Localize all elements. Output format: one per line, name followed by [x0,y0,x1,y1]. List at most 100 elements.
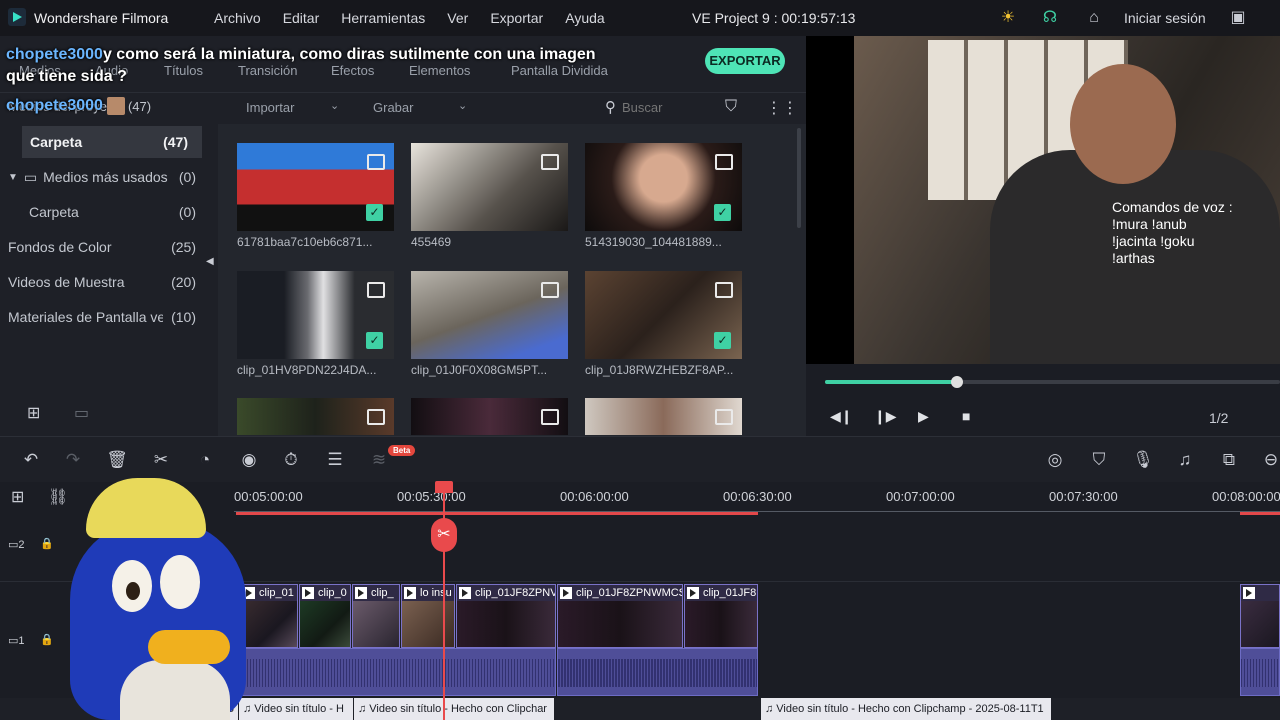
music-note-icon: ♫ [765,703,774,715]
save-icon[interactable]: ▣ [1228,8,1248,28]
audio-track-clip[interactable]: ♫ Video sin título - Hecho con Clipchamp … [761,698,1051,720]
image-icon [715,154,733,170]
menu-ayuda[interactable]: Ayuda [554,10,615,26]
prev-frame-icon[interactable]: ◀❙ [830,408,853,425]
timeline-clip[interactable]: lo insu [401,584,455,648]
video-icon [367,154,385,170]
video-letterbox [806,36,854,364]
import-dropdown[interactable]: Importar [246,100,294,115]
redo-icon[interactable]: ↷ [62,450,84,470]
grid-icon[interactable]: ⋮⋮ [766,98,798,118]
menu-exportar[interactable]: Exportar [479,10,554,26]
voiceover-icon[interactable]: ♫ [1174,450,1196,470]
gift-icon[interactable]: ⌂ [1084,8,1104,28]
timeline-clip[interactable]: clip_01 [240,584,298,648]
undo-icon[interactable]: ↶ [20,450,42,470]
add-track-icon[interactable]: ⊞ [11,487,24,507]
link-icon[interactable]: ⛓ [48,487,68,507]
menu-herramientas[interactable]: Herramientas [330,10,436,26]
color-icon[interactable]: ◉ [238,450,260,470]
track-2-icon: ▭2 [8,539,25,551]
login-link[interactable]: Iniciar sesión [1124,10,1206,26]
penguin-pupil [126,582,140,600]
audio-track-clip[interactable]: ♫ Video sin título - Hecho con Clipchar [354,698,554,720]
menu-editar[interactable]: Editar [272,10,331,26]
video-icon [367,409,385,425]
beta-badge: Beta [388,445,416,456]
video-icon [541,282,559,298]
media-scrollbar[interactable] [797,128,801,228]
search-icon: ⚲ [605,99,616,116]
sidebar-item-green-screen[interactable]: Materiales de Pantalla verde(10) [0,301,210,333]
clip-audio-wave[interactable] [1240,648,1280,696]
media-label: clip_01J8RWZHEBZF8AP... [585,363,734,377]
penguin-belly [120,660,230,720]
lock-icon[interactable]: 🔒 [40,537,54,550]
ruler-tick: 00:07:00:00 [886,489,955,504]
render-icon[interactable]: ◎ [1044,450,1066,470]
next-frame-icon[interactable]: ❙▶ [874,408,897,425]
marker-icon[interactable]: ⛉ [1088,450,1110,470]
search-input[interactable] [622,96,704,118]
timeline-clip[interactable]: clip_01JF8ZPNV [456,584,556,648]
ruler-tick: 00:05:30:00 [397,489,466,504]
preview-page-indicator[interactable]: 1/2 [1209,410,1228,426]
project-title: VE Project 9 : 00:19:57:13 [692,10,856,26]
export-button[interactable]: EXPORTAR [705,48,785,74]
caret-down-icon: ▼ [8,171,18,183]
folder-icon[interactable]: ▭ [74,403,89,423]
audio-track-clip[interactable]: ♫ Video sin título - H [239,698,353,720]
chevron-down-icon: ⌄ [458,100,468,112]
collapse-sidebar-icon[interactable]: ◀ [206,256,214,267]
menu-ver[interactable]: Ver [436,10,479,26]
check-icon: ✓ [366,332,383,349]
filter-icon[interactable]: ⛉ [725,98,737,116]
clip-audio-wave[interactable] [240,648,556,696]
bulb-icon[interactable]: ☀ [998,8,1018,28]
clip-audio-wave[interactable] [557,648,758,696]
sidebar-item-carpeta[interactable]: Carpeta (47) [22,126,202,158]
track-1-icon: ▭1 [8,635,25,647]
voice-commands-overlay: Comandos de voz : !mura !anub !jacinta !… [1112,199,1233,266]
playhead-handle[interactable] [435,481,453,493]
menu-archivo[interactable]: Archivo [200,10,272,26]
media-label: 514319030_104481889... [585,235,722,249]
scrubber-handle[interactable] [950,376,963,388]
sidebar-item-carpeta-sub[interactable]: Carpeta (0) [0,196,210,228]
timeline-clip[interactable]: clip_ [352,584,400,648]
split-scissors-icon[interactable]: ✂ [431,518,457,552]
headset-icon[interactable]: ☊ [1040,8,1060,28]
stop-icon[interactable]: ■ [962,408,970,424]
video-icon [715,409,733,425]
pip-icon[interactable]: ⧉ [1218,450,1240,470]
speed-icon[interactable]: ◔ [194,450,216,470]
timeline-clip[interactable]: clip_01JF8ZPNWMCS [557,584,683,648]
new-folder-icon[interactable]: ⊞ [27,403,40,423]
record-dropdown[interactable]: Grabar [373,100,413,115]
folder-icon: ▭ [23,168,38,185]
ruler-tick: 00:06:00:00 [560,489,629,504]
timeline-clip[interactable]: clip_01JF8 [684,584,758,648]
lock-icon[interactable]: 🔒 [40,633,54,646]
cut-icon[interactable]: ✂ [150,450,172,470]
delete-icon[interactable]: 🗑 [106,450,128,470]
preview-progress [825,380,957,384]
sidebar-item-sample-videos[interactable]: Videos de Muestra (20) [0,266,210,298]
adjust-icon[interactable]: ☰ [324,450,346,470]
microphone-icon[interactable]: 🎙 [1132,450,1154,470]
play-icon[interactable]: ▶ [918,408,929,425]
zoom-out-icon[interactable]: ⊖ [1260,450,1280,470]
sidebar-item-most-used[interactable]: ▼ ▭ Medios más usados (0) [0,161,210,193]
media-label: 61781baa7c10eb6c871... [237,235,373,249]
audio-wave-icon[interactable]: ≋ [368,450,390,470]
check-icon: ✓ [366,204,383,221]
ruler-tick: 00:07:30:00 [1049,489,1118,504]
timeline-clip[interactable]: clip_0 [299,584,351,648]
chat-username: chopete3000 [6,46,103,63]
timeline-clip[interactable] [1240,584,1280,648]
music-note-icon: ♫ [243,703,252,715]
sidebar-item-color-backgrounds[interactable]: Fondos de Color (25) [0,231,210,263]
render-range-bar [236,512,758,515]
duration-icon[interactable]: ⏱ [280,450,302,470]
chat-message: chopete3000 [6,97,125,115]
